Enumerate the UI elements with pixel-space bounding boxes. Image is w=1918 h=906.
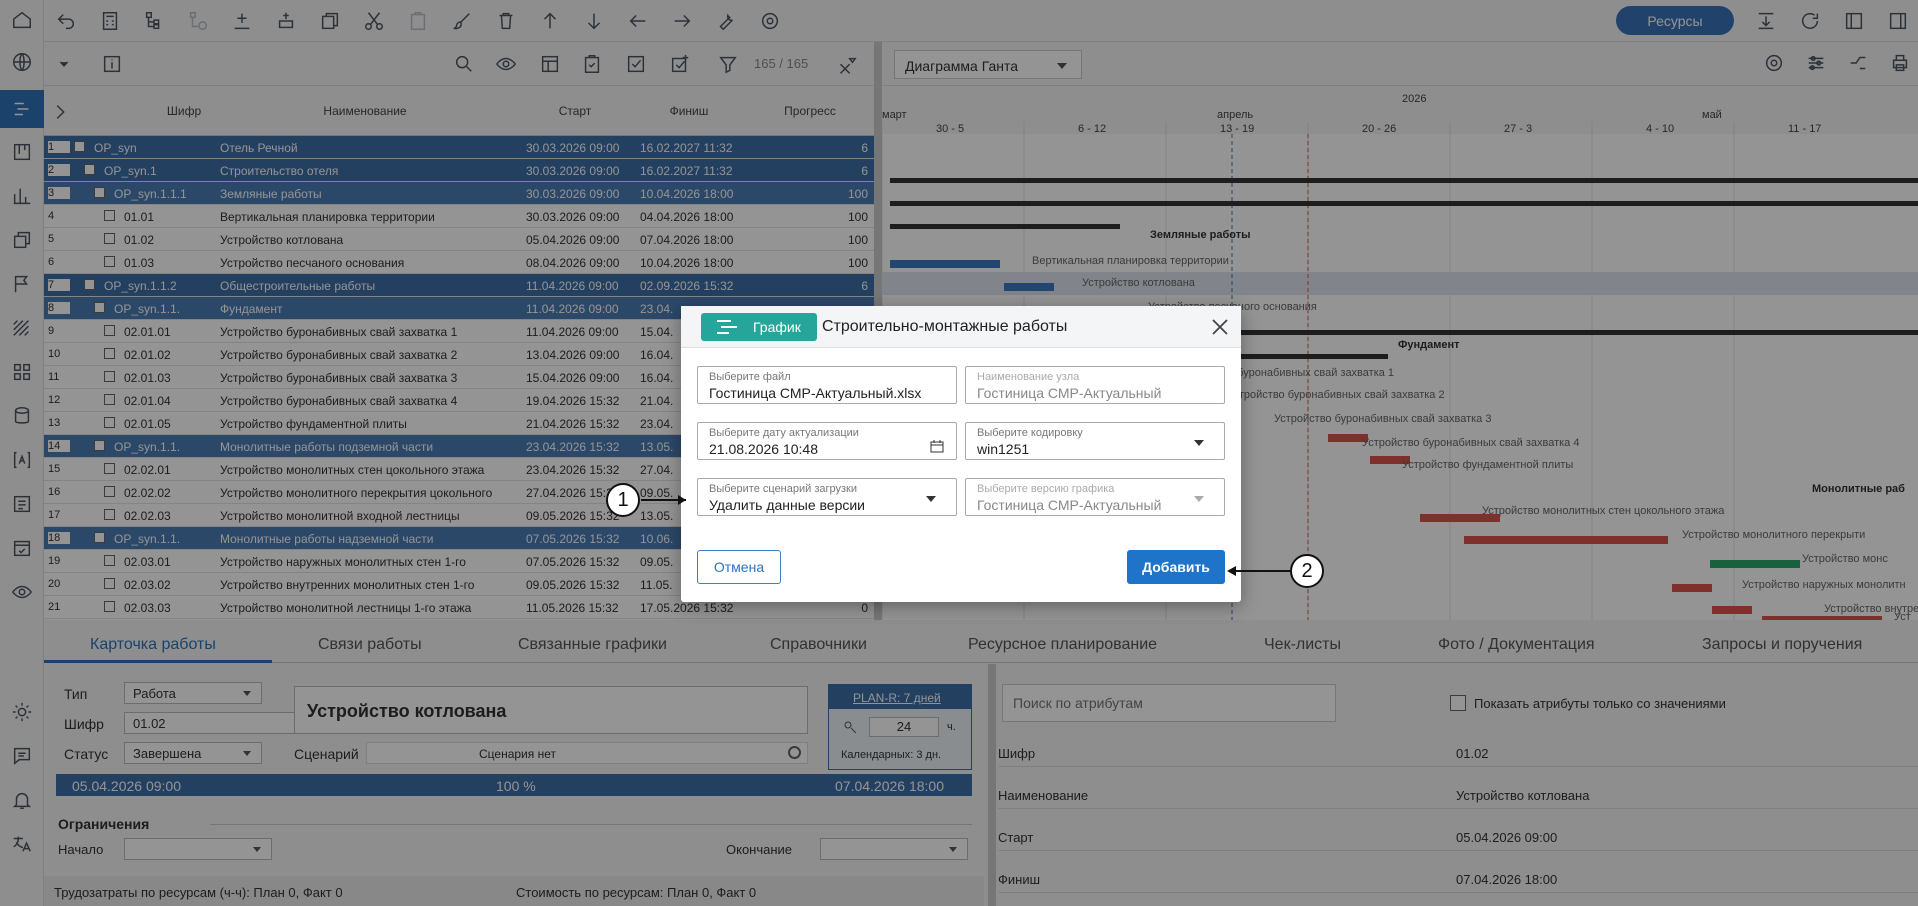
chevron-down-icon (1194, 440, 1204, 446)
node-value: Гостиница СМР-Актуальный (977, 385, 1162, 401)
close-icon[interactable] (1211, 318, 1229, 336)
encoding-label: Выберите кодировку (977, 427, 1083, 439)
add-button[interactable]: Добавить (1127, 550, 1225, 584)
date-value: 21.08.2026 10:48 (709, 441, 818, 457)
callout-1: 1 (606, 483, 640, 517)
version-label: Выберите версию графика (977, 483, 1115, 495)
schedule-badge: График (701, 313, 817, 341)
version-value: Гостиница СМР-Актуальный (977, 497, 1162, 513)
schedule-version-select: Выберите версию графика Гостиница СМР-Ак… (965, 478, 1225, 516)
file-select-field[interactable]: Выберите файл Гостиница СМР-Актуальный.x… (697, 366, 957, 404)
chevron-down-icon (1194, 496, 1204, 502)
dialog-title: Строительно-монтажные работы (822, 318, 1068, 335)
dialog-header: График Строительно-монтажные работы (681, 306, 1241, 348)
chevron-down-icon (926, 496, 936, 502)
node-name-field: Наименование узла Гостиница СМР-Актуальн… (965, 366, 1225, 404)
update-date-field[interactable]: Выберите дату актуализации 21.08.2026 10… (697, 422, 957, 460)
load-scenario-select[interactable]: Выберите сценарий загрузки Удалить данны… (697, 478, 957, 516)
scenario-value: Удалить данные версии (709, 497, 865, 513)
file-value: Гостиница СМР-Актуальный.xlsx (709, 385, 922, 401)
callout-2: 2 (1290, 554, 1324, 588)
calendar-icon[interactable] (930, 440, 944, 453)
add-schedule-dialog: График Строительно-монтажные работы Выбе… (681, 306, 1241, 602)
encoding-select[interactable]: Выберите кодировку win1251 (965, 422, 1225, 460)
cancel-button[interactable]: Отмена (697, 550, 781, 584)
encoding-value: win1251 (977, 441, 1030, 457)
badge-label: График (753, 319, 801, 335)
file-label: Выберите файл (709, 371, 791, 383)
node-label: Наименование узла (977, 371, 1080, 383)
scenario-label: Выберите сценарий загрузки (709, 483, 858, 495)
date-label: Выберите дату актуализации (709, 427, 859, 439)
schedule-icon (715, 319, 741, 335)
